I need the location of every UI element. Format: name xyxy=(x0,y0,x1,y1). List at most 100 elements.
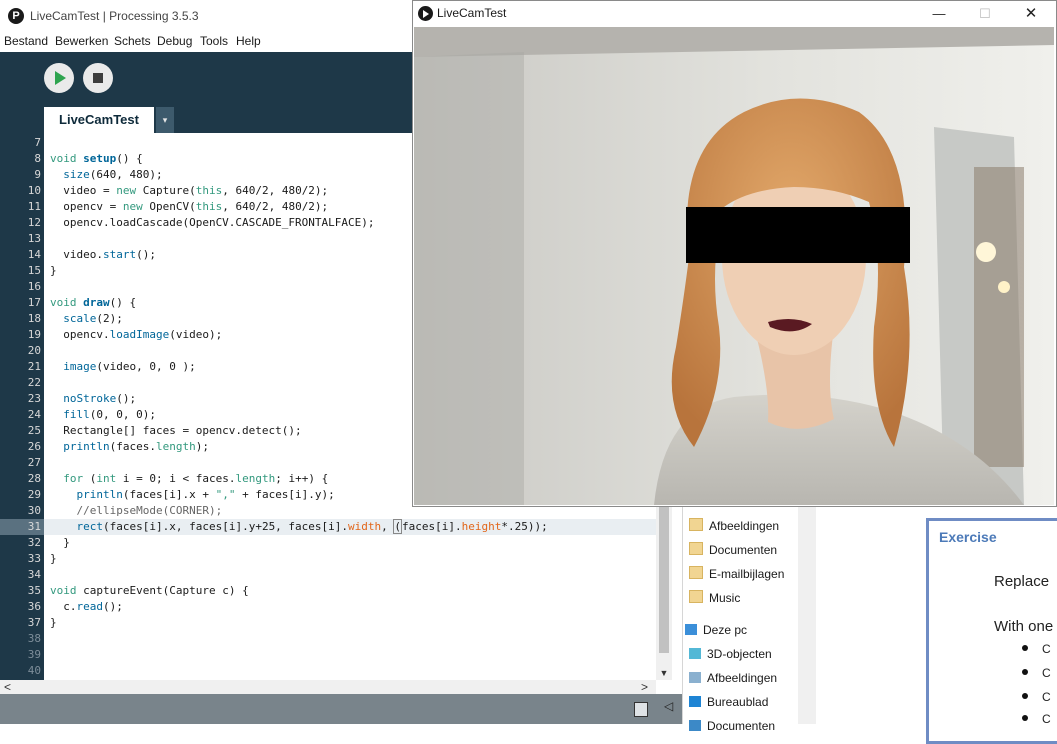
nav-item[interactable]: Bureaublad xyxy=(689,691,768,713)
code-line[interactable]: for (int i = 0; i < faces.length; i++) { xyxy=(50,471,328,487)
menu-bestand[interactable]: Bestand xyxy=(4,34,48,48)
menu-schets[interactable]: Schets xyxy=(114,34,151,48)
line-number: 30 xyxy=(27,504,41,517)
line-number: 7 xyxy=(34,136,41,149)
minimize-button[interactable]: — xyxy=(916,3,962,25)
line-number: 22 xyxy=(27,376,41,389)
code-line[interactable]: } xyxy=(50,263,57,279)
scroll-left-icon[interactable]: < xyxy=(4,680,14,694)
line-number: 9 xyxy=(34,168,41,181)
code-line[interactable]: rect(faces[i].x, faces[i].y+25, faces[i]… xyxy=(50,519,548,535)
line-number: 37 xyxy=(27,616,41,629)
list-item-text: C xyxy=(1042,690,1051,704)
scroll-down-icon[interactable]: ▼ xyxy=(656,666,672,680)
line-number: 18 xyxy=(27,312,41,325)
line-number: 14 xyxy=(27,248,41,261)
line-number: 13 xyxy=(27,232,41,245)
line-number: 25 xyxy=(27,424,41,437)
code-line[interactable]: image(video, 0, 0 ); xyxy=(50,359,195,375)
line-number: 19 xyxy=(27,328,41,341)
line-number: 38 xyxy=(27,632,41,645)
code-line[interactable]: } xyxy=(50,535,70,551)
tab-livecamtest[interactable]: LiveCamTest xyxy=(44,107,154,133)
code-line[interactable]: void draw() { xyxy=(50,295,136,311)
line-number: 29 xyxy=(27,488,41,501)
menu-tools[interactable]: Tools xyxy=(200,34,228,48)
play-icon xyxy=(55,71,66,85)
code-line[interactable]: size(640, 480); xyxy=(50,167,162,183)
livecamtest-window[interactable]: LiveCamTest — ☐ ✕ xyxy=(412,0,1057,507)
line-number: 40 xyxy=(27,664,41,677)
list-item: C xyxy=(1022,666,1051,680)
code-line[interactable]: void setup() { xyxy=(50,151,143,167)
stop-button[interactable] xyxy=(83,63,113,93)
code-line[interactable]: println(faces[i].x + "," + faces[i].y); xyxy=(50,487,335,503)
face-detection-rect xyxy=(686,207,910,263)
nav-item[interactable]: Afbeeldingen xyxy=(689,515,779,537)
menu-debug[interactable]: Debug xyxy=(157,34,192,48)
code-line[interactable]: scale(2); xyxy=(50,311,123,327)
code-line[interactable]: noStroke(); xyxy=(50,391,136,407)
exercise-text: Replace xyxy=(994,573,1050,590)
exercise-title: Exercise xyxy=(939,529,997,545)
run-button[interactable] xyxy=(44,63,74,93)
code-line[interactable]: video = new Capture(this, 640/2, 480/2); xyxy=(50,183,328,199)
code-line[interactable]: Rectangle[] faces = opencv.detect(); xyxy=(50,423,301,439)
scroll-right-icon[interactable]: > xyxy=(641,680,651,694)
line-number: 33 xyxy=(27,552,41,565)
pc-icon xyxy=(685,624,697,635)
nav-item[interactable]: Afbeeldingen xyxy=(689,667,777,689)
nav-item-label: Afbeeldingen xyxy=(709,519,780,533)
exercise-text: With one xyxy=(994,618,1054,635)
pictures-icon xyxy=(689,672,701,683)
collapse-console-icon[interactable]: ◁ xyxy=(664,699,673,713)
file-explorer-nav-pane: Afbeeldingen Documenten E-mailbijlagen M… xyxy=(682,507,799,733)
console-toggle-icon[interactable] xyxy=(634,702,648,717)
processing-logo-icon: P xyxy=(8,8,24,24)
code-line[interactable]: opencv.loadImage(video); xyxy=(50,327,222,343)
nav-item-label: Documenten xyxy=(707,719,776,733)
nav-item[interactable]: Documenten xyxy=(689,539,777,561)
code-line[interactable]: void captureEvent(Capture c) { xyxy=(50,583,249,599)
cube-icon xyxy=(689,648,701,659)
nav-item[interactable]: Documenten xyxy=(689,715,775,737)
nav-item[interactable]: E-mailbijlagen xyxy=(689,563,784,585)
nav-item-label: Afbeeldingen xyxy=(707,671,778,685)
line-number: 8 xyxy=(34,152,41,165)
line-number: 24 xyxy=(27,408,41,421)
code-line[interactable]: } xyxy=(50,551,57,567)
close-button[interactable]: ✕ xyxy=(1008,3,1054,25)
nav-item[interactable]: 3D-objecten xyxy=(689,643,772,665)
nav-item-label: Bureaublad xyxy=(707,695,769,709)
line-number: 12 xyxy=(27,216,41,229)
line-number: 26 xyxy=(27,440,41,453)
code-line[interactable]: fill(0, 0, 0); xyxy=(50,407,156,423)
folder-icon xyxy=(689,590,703,603)
menu-bewerken[interactable]: Bewerken xyxy=(55,34,108,48)
maximize-button[interactable]: ☐ xyxy=(962,3,1008,25)
folder-icon xyxy=(689,518,703,531)
line-number: 34 xyxy=(27,568,41,581)
nav-item[interactable]: Music xyxy=(689,587,740,609)
code-line[interactable]: opencv.loadCascade(OpenCV.CASCADE_FRONTA… xyxy=(50,215,374,231)
bullet-icon xyxy=(1022,645,1028,651)
code-line[interactable]: opencv = new OpenCV(this, 640/2, 480/2); xyxy=(50,199,328,215)
nav-item-label: Deze pc xyxy=(703,623,748,637)
nav-item-this-pc[interactable]: Deze pc xyxy=(685,619,747,641)
folder-icon xyxy=(689,566,703,579)
nav-item-label: Music xyxy=(709,591,741,605)
tab-menu-button[interactable]: ▾ xyxy=(156,107,174,133)
explorer-scrollbar[interactable] xyxy=(798,507,816,724)
code-line[interactable]: c.read(); xyxy=(50,599,123,615)
line-number-gutter: 7 8 9 10 11 12 13 14 15 16 17 18 19 20 21 22 23 24 25 26 27 2… xyxy=(0,133,44,680)
code-line[interactable]: println(faces.length); xyxy=(50,439,209,455)
code-line[interactable]: //ellipseMode(CORNER); xyxy=(50,503,223,519)
menubar: Bestand Bewerken Schets Debug Tools Help xyxy=(0,32,420,52)
code-line[interactable]: } xyxy=(50,615,57,631)
code-line[interactable]: video.start(); xyxy=(50,247,156,263)
livecam-titlebar[interactable]: LiveCamTest — ☐ ✕ xyxy=(413,1,1056,27)
horizontal-scrollbar[interactable]: < > xyxy=(0,680,656,694)
line-number: 35 xyxy=(27,584,41,597)
menu-help[interactable]: Help xyxy=(236,34,261,48)
line-number: 17 xyxy=(27,296,41,309)
